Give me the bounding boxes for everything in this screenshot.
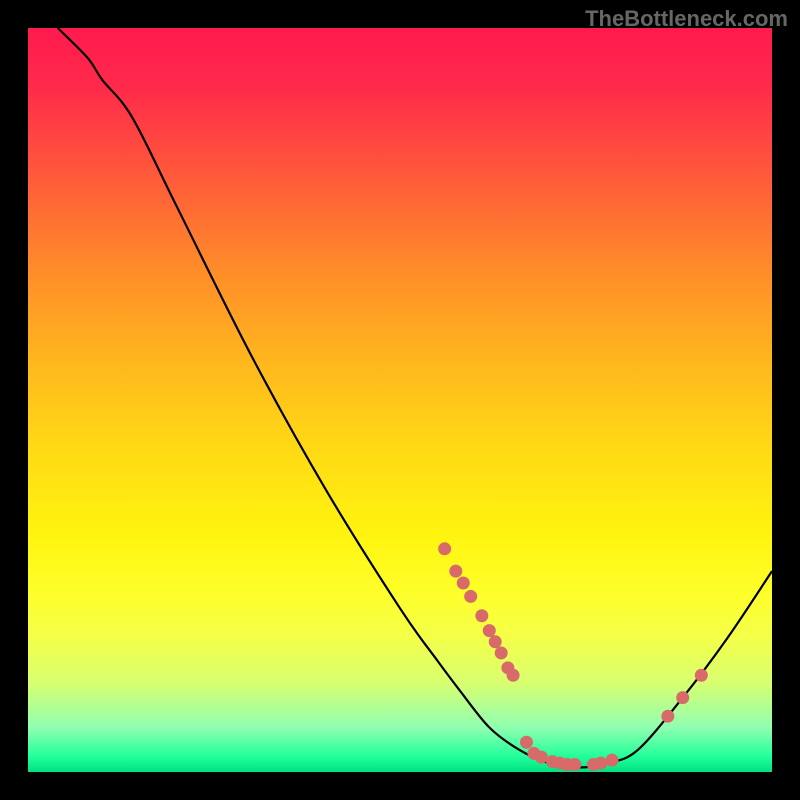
chart-marker (464, 590, 477, 603)
chart-marker (483, 624, 496, 637)
chart-marker (606, 754, 619, 767)
chart-marker (568, 758, 581, 771)
watermark-text: TheBottleneck.com (585, 6, 788, 32)
chart-marker (676, 691, 689, 704)
chart-marker (489, 635, 502, 648)
chart-marker (457, 577, 470, 590)
chart-markers (438, 542, 708, 771)
chart-marker (449, 565, 462, 578)
chart-marker (475, 609, 488, 622)
chart-marker (594, 757, 607, 770)
chart-marker (507, 669, 520, 682)
chart-svg (28, 28, 772, 772)
chart-marker (535, 751, 548, 764)
chart-marker (695, 669, 708, 682)
chart-marker (438, 542, 451, 555)
chart-plot-area (28, 28, 772, 772)
chart-curve (58, 28, 772, 768)
chart-marker (495, 646, 508, 659)
chart-marker (661, 710, 674, 723)
chart-marker (520, 736, 533, 749)
